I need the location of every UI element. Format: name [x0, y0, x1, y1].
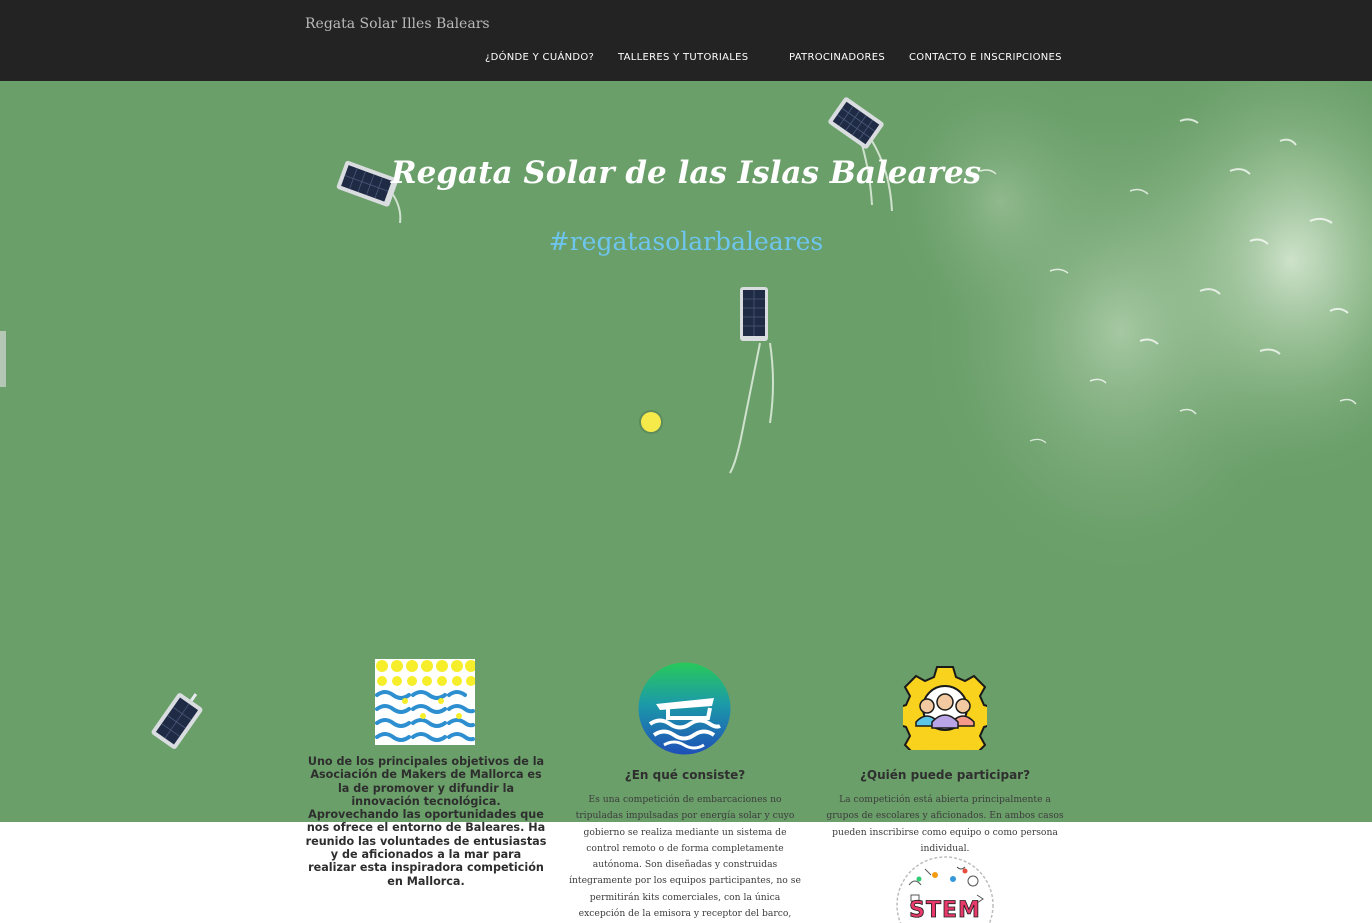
nav-item-talleres-y-tutoriales[interactable]: TALLERES Y TUTORIALES: [618, 52, 748, 63]
solar-boat-image: [740, 287, 768, 341]
solar-boat-image: [151, 693, 203, 749]
hero-title: Regata Solar de las Islas Baleares: [390, 155, 982, 191]
site-title-link[interactable]: Regata Solar Illes Balears: [305, 16, 490, 32]
intro-paragraph: Uno de los principales objetivos de la A…: [305, 755, 547, 888]
feature-body-quien-puede-participar: La competición está abierta principalmen…: [826, 794, 1064, 854]
feature-heading-quien-puede-participar: ¿Quién puede participar?: [859, 768, 1031, 782]
solar-boat-image: [828, 97, 884, 149]
stem-doodle-icon: STEM: [896, 856, 994, 923]
feature-body-en-que-consiste: Es una competición de embarcaciones no t…: [569, 794, 801, 920]
main-nav: ¿DÓNDE Y CUÁNDO? TALLERES Y TUTORIALES P…: [0, 52, 1372, 66]
partial-boat-image: [0, 331, 6, 387]
feature-heading-en-que-consiste: ¿En qué consiste?: [624, 768, 746, 782]
team-gear-icon: [903, 666, 987, 750]
nav-item-donde-y-cuando[interactable]: ¿DÓNDE Y CUÁNDO?: [485, 52, 594, 63]
nav-item-patrocinadores[interactable]: PATROCINADORES: [789, 52, 885, 63]
nav-item-contacto-e-inscripciones[interactable]: CONTACTO E INSCRIPCIONES: [909, 52, 1062, 63]
site-header: Regata Solar Illes Balears ¿DÓNDE Y CUÁN…: [0, 0, 1372, 81]
solar-boat-icon: [638, 662, 731, 755]
buoy-marker: [641, 412, 661, 432]
stem-label: STEM: [909, 898, 981, 923]
hashtag-link[interactable]: #regatasolarbaleares: [0, 227, 1372, 256]
waves-sun-pattern-icon: [375, 659, 475, 745]
